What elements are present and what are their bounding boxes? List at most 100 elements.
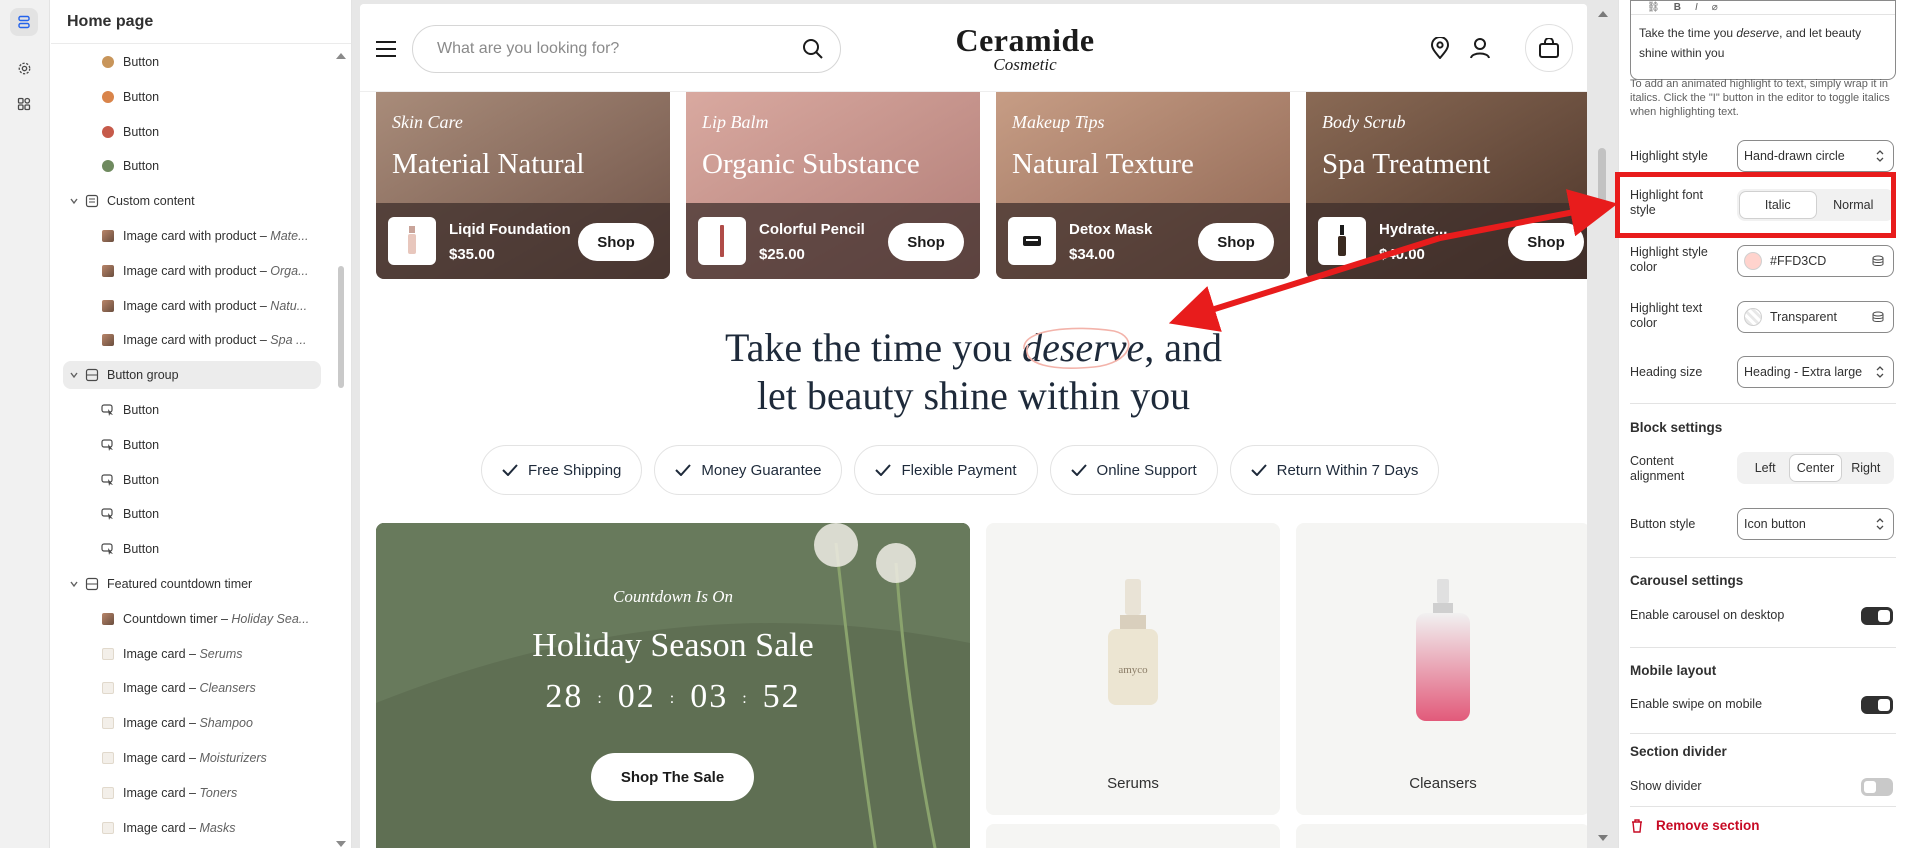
shop-the-sale-button[interactable]: Shop The Sale (591, 753, 754, 801)
tree-item[interactable]: Image card with product – Mate... (63, 222, 321, 250)
scroll-up-arrow-icon[interactable] (335, 52, 347, 60)
tree-item-label: Button (123, 55, 159, 69)
button-style-label: Button style (1630, 517, 1696, 531)
cursor-click-icon (101, 473, 115, 487)
product-name[interactable]: Colorful Pencil (759, 221, 865, 238)
tree-item[interactable]: Button (63, 118, 321, 146)
italic-icon[interactable]: I (1695, 2, 1698, 13)
shop-button[interactable]: Shop (1508, 223, 1584, 261)
tree-item[interactable]: Image card – Serums (63, 640, 321, 668)
tree-item[interactable]: Image card with product – Spa ... (63, 326, 321, 354)
tree-item-label: Image card – Moisturizers (123, 751, 267, 765)
tree-item[interactable]: Featured countdown timer (63, 570, 321, 598)
apps-icon[interactable] (10, 90, 38, 118)
image-card-cleansers[interactable]: Cleansers (1296, 523, 1587, 815)
shop-button[interactable]: Shop (888, 223, 964, 261)
image-card-row-next[interactable] (986, 824, 1280, 848)
store-logo[interactable]: Ceramide (900, 22, 1150, 59)
preview-scrollbar[interactable] (1591, 0, 1615, 848)
location-pin-icon[interactable] (1424, 32, 1456, 64)
show-divider-toggle[interactable] (1861, 778, 1893, 796)
tree-item[interactable]: Image card – Shampoo (63, 709, 321, 737)
editor-content[interactable]: Take the time you deserve, and let beaut… (1639, 23, 1887, 63)
pill-flexible-payment[interactable]: Flexible Payment (854, 445, 1038, 495)
cart-button[interactable] (1525, 24, 1573, 72)
scroll-up-arrow-icon[interactable] (1597, 10, 1609, 18)
tree-item[interactable]: Image card with product – Natu... (63, 292, 321, 320)
tree-item[interactable]: Image card – Cleansers (63, 674, 321, 702)
rich-text-editor[interactable]: ⛓ B I ⌀ Take the time you deserve, and let … (1630, 0, 1896, 80)
tree-item[interactable]: Button (63, 396, 321, 424)
preview-scrollbar-thumb[interactable] (1598, 148, 1606, 214)
tree-item[interactable]: Button group (63, 361, 321, 390)
tree-item[interactable]: Countdown timer – Holiday Sea... (63, 605, 321, 633)
tree-item[interactable]: Image card – Toners (63, 779, 321, 807)
pill-free-shipping[interactable]: Free Shipping (481, 445, 643, 495)
chevron-down-icon[interactable] (67, 368, 81, 382)
remove-section-button[interactable]: Remove section (1630, 818, 1760, 833)
sections-icon[interactable] (10, 8, 38, 36)
editor-text-italic: deserve (1736, 26, 1780, 40)
settings-gear-icon[interactable] (10, 54, 38, 82)
tree-item[interactable]: Image card with product – Orga... (63, 257, 321, 285)
search-input[interactable]: What are you looking for? (412, 25, 841, 73)
chevron-down-icon[interactable] (67, 577, 81, 591)
tree-item[interactable]: Button (63, 48, 321, 76)
product-name[interactable]: Liqid Foundation (449, 221, 571, 238)
image-card-row-next[interactable] (1296, 824, 1587, 848)
product-name[interactable]: Hydrate... (1379, 221, 1447, 238)
tree-item[interactable]: Custom content (63, 187, 321, 215)
tree-item[interactable]: Button (63, 431, 321, 459)
image-card-spa-treatment[interactable]: Body Scrub Spa Treatment Hydrate... $40.… (1306, 92, 1587, 279)
menu-hamburger-icon[interactable] (376, 40, 398, 58)
heading-size-select[interactable]: Heading - Extra large (1737, 356, 1894, 388)
card-category: Makeup Tips (1012, 112, 1105, 132)
color-swatch[interactable] (1744, 252, 1762, 270)
checkmark-icon (675, 464, 692, 476)
alignment-center-option[interactable]: Center (1790, 455, 1841, 481)
pill-return-within-7-days[interactable]: Return Within 7 Days (1229, 445, 1440, 495)
app-rail (0, 0, 50, 848)
tree-item[interactable]: Button (63, 152, 321, 180)
tree-scrollbar-thumb[interactable] (338, 266, 344, 388)
image-card-serums[interactable]: amyco Serums (986, 523, 1280, 815)
image-card-natural-texture[interactable]: Makeup Tips Natural Texture Detox Mask $… (996, 92, 1290, 279)
tree-item[interactable]: Image card – Moisturizers (63, 744, 321, 772)
clear-format-icon[interactable]: ⌀ (1712, 2, 1718, 13)
tree-item[interactable]: Image card – Masks (63, 814, 321, 842)
tree-item[interactable]: Button (63, 500, 321, 528)
database-icon[interactable] (1872, 311, 1884, 323)
highlight-text-color-picker[interactable]: Transparent (1737, 301, 1894, 333)
highlight-style-select[interactable]: Hand-drawn circle (1737, 140, 1894, 172)
tree-item[interactable]: Button (63, 83, 321, 111)
pill-online-support[interactable]: Online Support (1049, 445, 1218, 495)
alignment-left-option[interactable]: Left (1740, 455, 1790, 481)
tree-item[interactable]: Button (63, 466, 321, 494)
image-card-organic-substance[interactable]: Lip Balm Organic Substance Colorful Penc… (686, 92, 980, 279)
transparent-swatch[interactable] (1744, 308, 1762, 326)
chevron-down-icon[interactable] (67, 194, 81, 208)
scroll-down-arrow-icon[interactable] (335, 840, 347, 848)
pill-money-guarantee[interactable]: Money Guarantee (654, 445, 843, 495)
search-icon[interactable] (802, 38, 824, 60)
cursor-click-icon (101, 438, 115, 452)
product-name[interactable]: Detox Mask (1069, 221, 1152, 238)
tree-item-name: Button (123, 472, 160, 487)
swipe-mobile-toggle[interactable] (1861, 696, 1893, 714)
tree-scrollbar[interactable] (335, 50, 347, 847)
alignment-right-option[interactable]: Right (1841, 455, 1891, 481)
select-chevron-icon (1876, 518, 1884, 530)
shop-button[interactable]: Shop (578, 223, 654, 261)
link-icon[interactable]: ⛓ (1647, 2, 1660, 13)
select-chevron-icon (1876, 366, 1884, 378)
highlight-style-color-picker[interactable]: #FFD3CD (1737, 245, 1894, 277)
scroll-down-arrow-icon[interactable] (1597, 834, 1609, 842)
account-icon[interactable] (1464, 32, 1496, 64)
image-card-material-natural[interactable]: Skin Care Material Natural Liqid Foundat… (376, 92, 670, 279)
button-style-select[interactable]: Icon button (1737, 508, 1894, 540)
database-icon[interactable] (1872, 255, 1884, 267)
shop-button[interactable]: Shop (1198, 223, 1274, 261)
tree-item[interactable]: Button (63, 535, 321, 563)
carousel-desktop-toggle[interactable] (1861, 607, 1893, 625)
bold-icon[interactable]: B (1674, 2, 1681, 13)
